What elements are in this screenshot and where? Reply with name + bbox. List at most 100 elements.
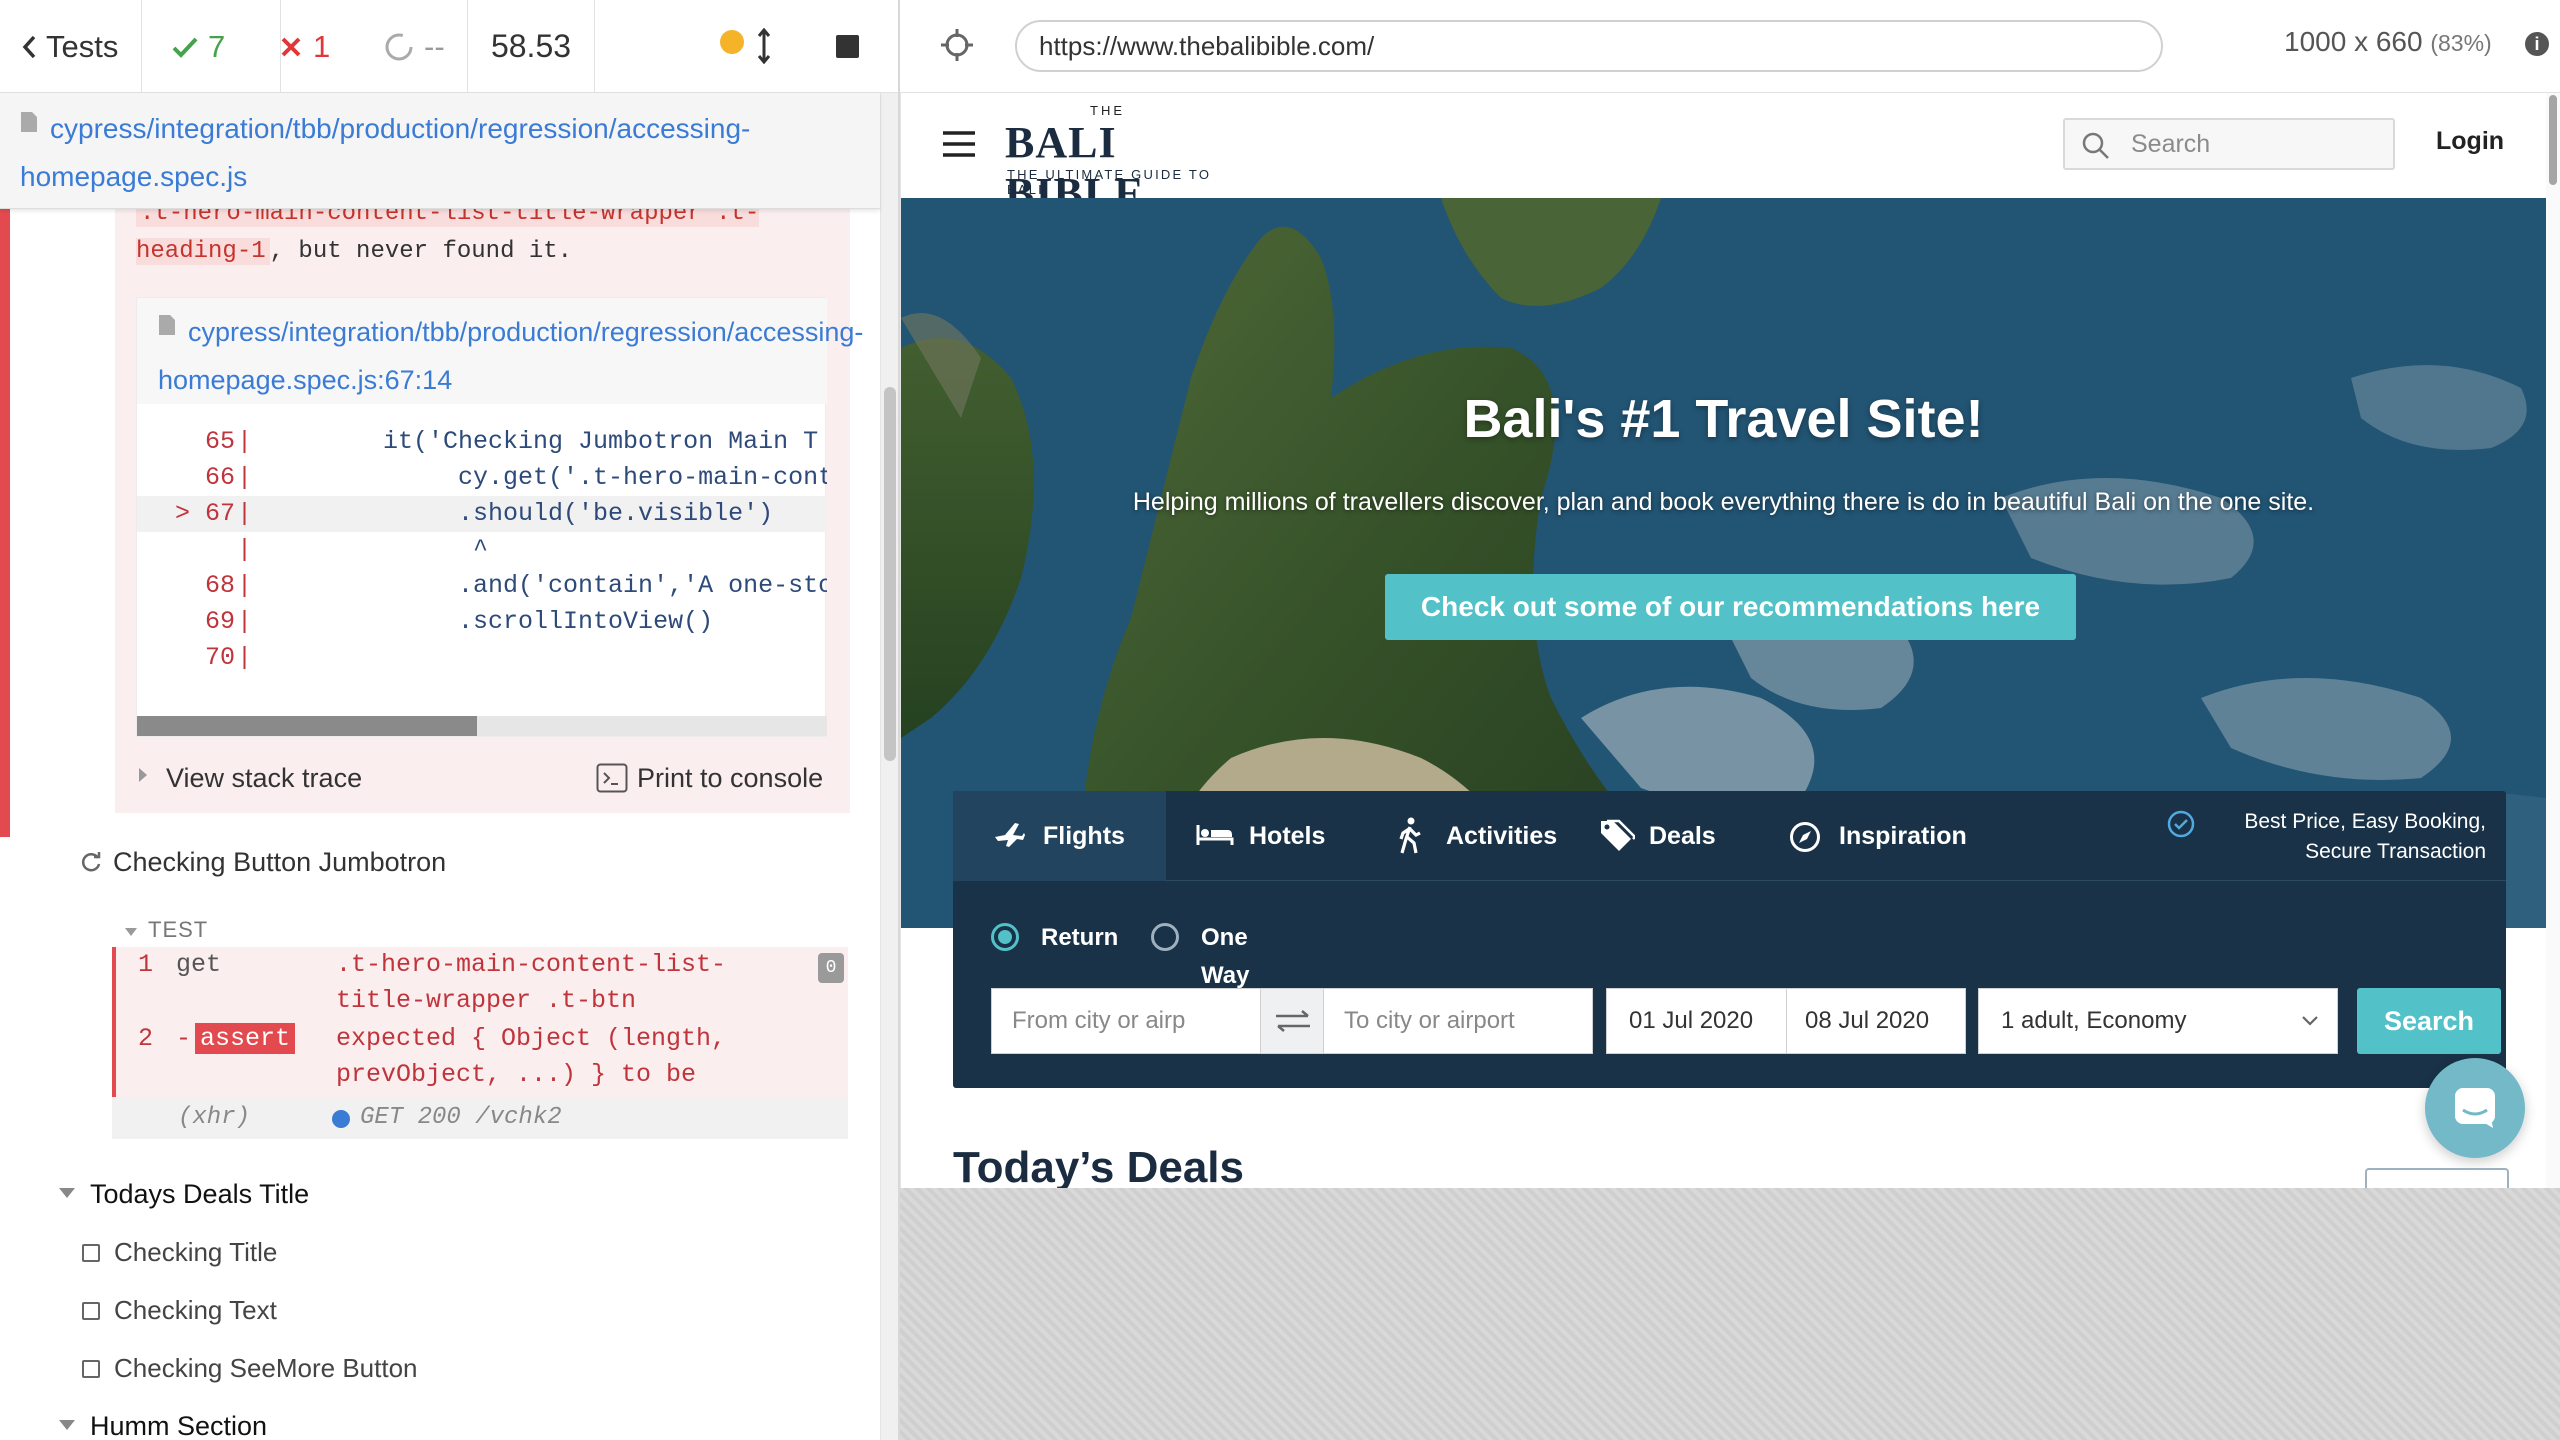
spec-file-path[interactable]: cypress/integration/tbb/production/regre… xyxy=(20,105,820,201)
tab-deals[interactable]: Deals xyxy=(1561,791,1751,881)
return-radio[interactable] xyxy=(991,923,1019,951)
to-city-input[interactable]: To city or airport xyxy=(1323,988,1593,1054)
reporter-scrollbar[interactable] xyxy=(880,93,898,1440)
hamburger-menu-icon[interactable] xyxy=(943,131,975,157)
pending-count-value: -- xyxy=(424,28,445,64)
test-title: Checking Text xyxy=(114,1295,277,1325)
recommendations-button[interactable]: Check out some of our recommendations he… xyxy=(1385,574,2076,640)
xhr-text: GET 200 /vchk2 xyxy=(360,1104,562,1131)
auto-scroll-toggle-icon[interactable] xyxy=(757,28,771,64)
viewport-info: 1000 x 660 (83%) xyxy=(2284,26,2492,58)
tab-activities[interactable]: Activities xyxy=(1346,791,1561,881)
test-checking-title[interactable]: Checking Title xyxy=(0,1229,880,1275)
stop-button[interactable] xyxy=(836,35,859,58)
one-way-label[interactable]: One Way xyxy=(1201,919,1249,995)
site-scrollbar[interactable] xyxy=(2546,93,2560,1188)
search-icon xyxy=(2081,131,2111,161)
pending-test-icon xyxy=(82,1360,100,1378)
site-logo[interactable]: THE BALI BIBLE THE ULTIMATE GUIDE TO BAL… xyxy=(1005,103,1215,218)
code-line: 66 | cy.get('.t-hero-main-cont xyxy=(137,460,827,496)
logo-tagline: THE ULTIMATE GUIDE TO BALI xyxy=(1007,167,1212,197)
command-number: 1 xyxy=(138,950,154,979)
swap-cities-button[interactable] xyxy=(1260,988,1324,1054)
passengers-select[interactable]: 1 adult, Economy xyxy=(1978,988,2338,1054)
test-list: Checking Button Jumbotron TEST 1 get .t-… xyxy=(0,837,880,1440)
print-to-console-button[interactable]: Print to console xyxy=(637,763,823,794)
flight-search-button[interactable]: Search xyxy=(2357,988,2501,1054)
code-frame-scrollbar-thumb[interactable] xyxy=(137,716,477,736)
best-price-note: Best Price, Easy Booking, Secure Transac… xyxy=(2166,807,2486,867)
tab-hotels[interactable]: Hotels xyxy=(1166,791,1346,881)
code-frame-header[interactable]: cypress/integration/tbb/production/regre… xyxy=(137,298,863,404)
running-indicator-icon xyxy=(720,30,744,54)
tests-button[interactable]: Tests xyxy=(0,0,142,93)
tag-icon xyxy=(1599,819,1635,853)
code-line: 69 | .scrollIntoView() xyxy=(137,604,827,640)
see-more-button[interactable] xyxy=(2365,1168,2509,1188)
error-message-tail: , but never found it. xyxy=(269,238,573,265)
xhr-command[interactable]: (xhr) GET 200 /vchk2 xyxy=(112,1097,848,1139)
terminal-icon xyxy=(596,763,628,793)
caret-down-icon xyxy=(58,1187,76,1199)
website-iframe: THE BALI BIBLE THE ULTIMATE GUIDE TO BAL… xyxy=(901,93,2560,1188)
tab-label: Inspiration xyxy=(1839,822,1967,850)
command-name-wrap: - assert xyxy=(176,1021,296,1057)
hero-title: Bali's #1 Travel Site! xyxy=(1463,389,1984,449)
selector-playground-icon[interactable] xyxy=(940,28,974,62)
from-city-input[interactable]: From city or airp xyxy=(991,988,1261,1054)
x-icon xyxy=(281,37,301,57)
command-message: .t-hero-main-content-list-title-wrapper … xyxy=(336,950,727,1015)
site-search-input[interactable]: Search xyxy=(2063,118,2395,170)
walking-icon xyxy=(1398,817,1422,855)
todays-deals-title: Today’s Deals xyxy=(953,1143,1245,1188)
depart-date-input[interactable]: 01 Jul 2020 xyxy=(1606,988,1787,1054)
tab-inspiration[interactable]: Inspiration xyxy=(1751,791,1991,881)
test-reporter: Tests 7 1 -- 58.53 cypress/integration/t… xyxy=(0,0,898,1440)
command-section-header[interactable]: TEST xyxy=(124,917,208,943)
code-line-gutter: | xyxy=(237,499,253,528)
suite-title: Humm Section xyxy=(90,1411,268,1440)
suite-todays-deals[interactable]: Todays Deals Title xyxy=(0,1171,880,1217)
error-panel: .t-hero-main-content-list-title-wrapper … xyxy=(0,209,880,837)
test-checking-seemore-button[interactable]: Checking SeeMore Button xyxy=(0,1345,880,1391)
viewport-scale: (83%) xyxy=(2430,30,2492,56)
test-checking-text[interactable]: Checking Text xyxy=(0,1287,880,1333)
test-checking-button-jumbotron[interactable]: Checking Button Jumbotron xyxy=(0,839,880,885)
failed-test-indicator xyxy=(0,209,10,837)
return-date-input[interactable]: 08 Jul 2020 xyxy=(1786,988,1966,1054)
best-price-line-1: Best Price, Easy Booking, xyxy=(2244,810,2486,833)
code-line-source: it('Checking Jumbotron Main T xyxy=(263,427,819,456)
xhr-status-dot-icon xyxy=(332,1110,350,1128)
suite-title: Todays Deals Title xyxy=(90,1179,310,1209)
code-line-gutter: | xyxy=(237,427,253,456)
suite-humm-section[interactable]: Humm Section xyxy=(0,1403,880,1440)
code-line-gutter: | xyxy=(237,463,253,492)
compass-icon xyxy=(1789,821,1821,853)
command-get[interactable]: 1 get .t-hero-main-content-list-title-wr… xyxy=(116,947,852,1019)
code-line: > 67 | .should('be.visible') xyxy=(137,496,827,532)
site-scrollbar-thumb[interactable] xyxy=(2549,95,2557,185)
booking-tabs: Flights Hotels Activities Deals Inspirat… xyxy=(953,791,2506,881)
spec-file-header[interactable]: cypress/integration/tbb/production/regre… xyxy=(0,93,880,209)
tab-flights[interactable]: Flights xyxy=(953,791,1166,881)
element-count-badge: 0 xyxy=(818,953,844,983)
code-line-number: 69 xyxy=(204,607,235,636)
code-line-source: ^ xyxy=(263,535,489,564)
command-assert[interactable]: 2 - assert expected { Object (length, pre… xyxy=(116,1021,852,1125)
one-way-radio[interactable] xyxy=(1151,923,1179,951)
tab-label: Deals xyxy=(1649,822,1716,850)
code-line-gutter: | xyxy=(237,535,253,564)
code-line-gutter: | xyxy=(237,643,253,672)
code-frame-path[interactable]: cypress/integration/tbb/production/regre… xyxy=(158,308,863,404)
reporter-scrollbar-thumb[interactable] xyxy=(884,387,896,761)
return-label[interactable]: Return xyxy=(1041,919,1118,957)
check-icon xyxy=(172,36,198,58)
view-stack-trace-button[interactable]: View stack trace xyxy=(166,763,362,794)
login-link[interactable]: Login xyxy=(2436,127,2504,156)
chat-launcher-button[interactable] xyxy=(2425,1058,2525,1158)
code-frame-scrollbar[interactable] xyxy=(137,716,827,736)
aut-url-field[interactable]: https://www.thebalibible.com/ xyxy=(1015,20,2163,72)
code-line-number: 65 xyxy=(204,427,235,456)
info-icon[interactable]: i xyxy=(2525,32,2549,56)
bed-icon xyxy=(1196,823,1234,847)
